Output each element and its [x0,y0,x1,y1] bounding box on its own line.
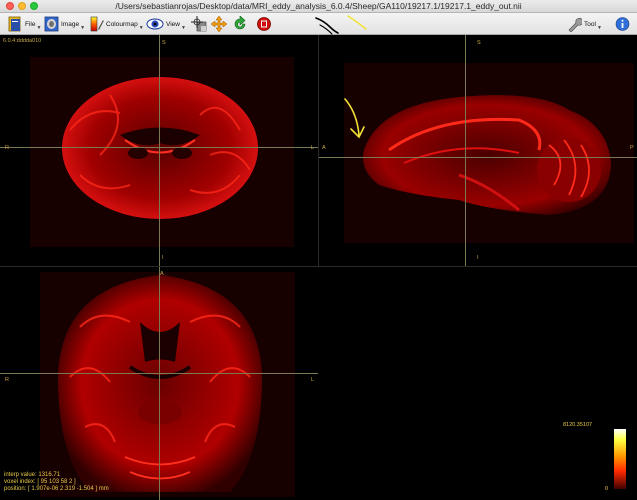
crosshair-vertical [159,267,160,500]
reset-view-button[interactable] [232,15,248,33]
file-menu-button[interactable]: File ▼ [8,15,41,33]
wrench-icon [568,17,582,32]
file-icon [8,16,21,32]
info-icon [615,17,630,31]
orientation-label-right: L [311,377,315,383]
chevron-down-icon: ▼ [80,25,86,31]
tool-menu-button[interactable]: Tool ▼ [567,15,602,33]
crosshair-horizontal [0,373,318,374]
orientation-label-right: L [311,145,315,151]
orientation-label-left: R [5,377,9,383]
sagittal-brain-slice [344,63,634,243]
refresh-arrow-icon [234,16,246,30]
pan-tool-button[interactable] [211,15,227,33]
brain-image-icon [44,16,59,32]
crosshair-horizontal [319,157,637,158]
colourmap-icon [90,16,104,32]
annotation-strokes [315,15,367,35]
orientation-label-top: S [162,40,166,46]
navigate-tool-button[interactable] [191,15,207,33]
chevron-down-icon: ▼ [180,25,186,31]
image-menu-button[interactable]: Image ▼ [44,15,85,33]
chevron-down-icon: ▼ [138,25,144,31]
window-title: /Users/sebastianrojas/Desktop/data/MRI_e… [115,1,522,11]
help-button[interactable] [615,15,630,33]
tool-label: Tool [584,20,596,28]
crosshair-horizontal [0,147,318,148]
coronal-view[interactable]: S I R L [0,35,318,267]
eye-icon [146,18,164,30]
annotation-arrow [344,98,365,139]
colourmap-label: Colourmap [106,20,138,28]
orientation-label-bottom: I [477,255,479,261]
colourmap-menu-button[interactable]: Colourmap ▼ [89,15,144,33]
record-button[interactable] [256,15,272,33]
view-divider-horizontal [0,266,637,267]
chevron-down-icon: ▼ [36,25,42,31]
image-viewer[interactable]: 6.0.4:dddda010 S I R L S I A P A R L int… [0,35,637,500]
crosshair-vertical [159,35,160,267]
view-divider-vertical [318,35,319,267]
orientation-label-left: A [322,145,326,151]
chevron-down-icon: ▼ [596,25,602,31]
title-bar: /Users/sebastianrojas/Desktop/data/MRI_e… [0,0,637,13]
view-label: View [166,20,180,28]
orientation-label-left: R [5,145,9,151]
orientation-label-right: P [630,145,634,151]
record-icon [257,17,271,31]
sagittal-view[interactable]: S I A P [319,35,637,267]
file-label: File [25,20,36,28]
toolbar: File ▼ Image ▼ Colourmap ▼ View ▼ Tool ▼ [0,13,637,35]
crosshair-grid-icon [191,16,207,32]
crosshair-vertical [465,35,466,267]
view-menu-button[interactable]: View ▼ [146,15,186,33]
orientation-label-bottom: I [162,255,164,261]
colorbar-min-label: 0 [605,486,609,492]
orientation-label-top: A [160,271,164,277]
axial-view[interactable]: A R L [0,267,318,500]
interp-value-readout: interp value: 1316.71 [4,472,61,478]
move-arrows-icon [211,16,227,32]
position-readout: position: [ 1.907e-06 2.319 -1.504 ] mm [4,486,109,492]
image-label: Image [61,20,80,28]
voxel-index-readout: voxel index: [ 95 103 58 2 ] [4,479,76,485]
colorbar-max-label: 8120.35107 [563,422,593,428]
colorbar [614,429,626,489]
orientation-label-top: S [477,40,481,46]
